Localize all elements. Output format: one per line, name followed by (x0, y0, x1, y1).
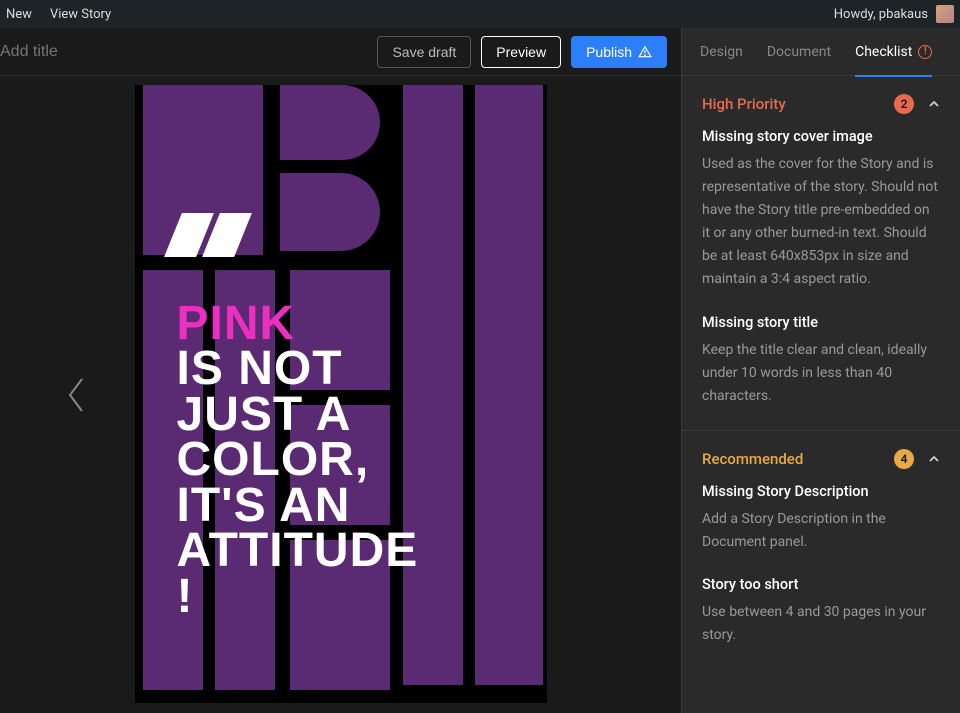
issue-desc: Keep the title clear and clean, ideally … (702, 339, 940, 408)
high-priority-count-badge: 2 (894, 94, 914, 114)
section-high-priority-title: High Priority (702, 95, 786, 113)
issue-item: Missing Story Description Add a Story De… (682, 483, 960, 576)
chevron-up-icon (928, 98, 940, 110)
issue-title: Missing story title (702, 314, 940, 331)
section-recommended-title: Recommended (702, 450, 803, 468)
admin-user-menu[interactable]: Howdy, pbakaus (834, 5, 956, 23)
headline-text[interactable]: PINK IS NOT JUST A COLOR, IT'S AN ATTITU… (177, 301, 419, 620)
tab-checklist-label: Checklist (855, 44, 912, 60)
avatar (936, 5, 954, 23)
admin-greeting: Howdy, pbakaus (834, 7, 928, 22)
tab-design[interactable]: Design (700, 28, 743, 76)
alert-icon: ! (918, 45, 932, 59)
issue-desc: Used as the cover for the Story and is r… (702, 153, 940, 292)
headline-rest: IS NOT JUST A COLOR, IT'S AN ATTITUDE ! (177, 342, 419, 623)
issue-item: Missing story title Keep the title clear… (682, 314, 960, 430)
sidebar: Design Document Checklist ! High Priorit… (681, 28, 960, 713)
section-recommended-toggle[interactable]: Recommended 4 (682, 430, 960, 483)
story-canvas[interactable]: PINK IS NOT JUST A COLOR, IT'S AN ATTITU… (135, 85, 547, 703)
headline-pink: PINK (177, 301, 419, 347)
story-title-input[interactable] (0, 35, 260, 69)
issue-desc: Use between 4 and 30 pages in your story… (702, 601, 940, 647)
preview-button[interactable]: Preview (481, 36, 561, 68)
editor-header: Save draft Preview Publish (0, 28, 681, 76)
save-draft-button[interactable]: Save draft (377, 36, 471, 68)
canvas-area: PINK IS NOT JUST A COLOR, IT'S AN ATTITU… (0, 76, 681, 713)
tab-document[interactable]: Document (767, 28, 831, 76)
warning-icon (638, 45, 652, 59)
admin-bar: New View Story Howdy, pbakaus (0, 0, 960, 28)
issue-desc: Add a Story Description in the Document … (702, 508, 940, 554)
tab-checklist[interactable]: Checklist ! (855, 28, 932, 76)
issue-item: Story too short Use between 4 and 30 pag… (682, 576, 960, 669)
quote-mark-graphic (173, 213, 243, 257)
issue-title: Missing story cover image (702, 128, 940, 145)
publish-label: Publish (586, 44, 632, 60)
recommended-count-badge: 4 (894, 449, 914, 469)
sidebar-tabs: Design Document Checklist ! (682, 28, 960, 76)
issue-item: Missing story cover image Used as the co… (682, 128, 960, 314)
prev-page-button[interactable] (62, 375, 90, 415)
issue-title: Story too short (702, 576, 940, 593)
admin-menu-view-story[interactable]: View Story (50, 7, 111, 22)
chevron-up-icon (928, 453, 940, 465)
admin-menu-new[interactable]: New (6, 7, 32, 22)
section-high-priority-toggle[interactable]: High Priority 2 (682, 76, 960, 128)
issue-title: Missing Story Description (702, 483, 940, 500)
publish-button[interactable]: Publish (571, 36, 667, 68)
